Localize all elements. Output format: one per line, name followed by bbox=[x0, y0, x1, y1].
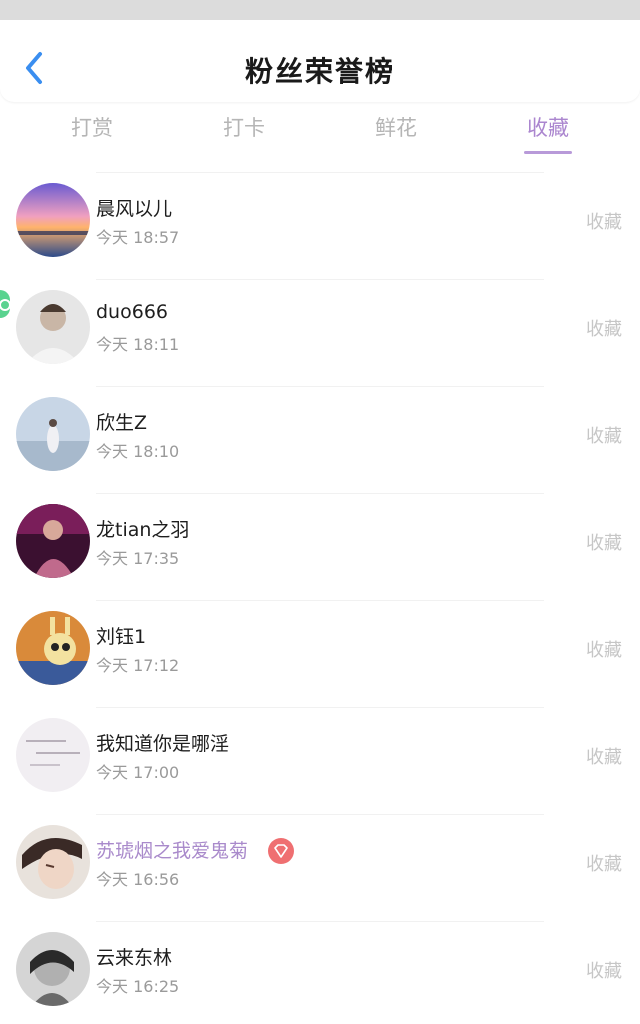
avatar[interactable] bbox=[16, 397, 90, 471]
favorite-label: 收藏 bbox=[586, 533, 622, 554]
fan-name: 刘钰1 bbox=[96, 626, 147, 648]
avatar[interactable] bbox=[16, 718, 90, 792]
text-avatar-image bbox=[16, 718, 90, 792]
sunset-avatar-image bbox=[16, 183, 90, 257]
divider bbox=[96, 279, 544, 280]
list-item[interactable]: duo666 今天 18:11 收藏 bbox=[0, 279, 640, 386]
favorite-label: 收藏 bbox=[586, 640, 622, 661]
avatar[interactable] bbox=[16, 932, 90, 1006]
favorite-label: 收藏 bbox=[586, 319, 622, 340]
fan-name: 我知道你是哪淫 bbox=[96, 733, 230, 755]
divider bbox=[96, 921, 544, 922]
fan-time: 今天 18:57 bbox=[96, 228, 180, 247]
cartoon-avatar-image bbox=[16, 611, 90, 685]
list-item[interactable]: 晨风以儿 今天 18:57 收藏 bbox=[0, 172, 640, 279]
fan-time: 今天 17:12 bbox=[96, 656, 180, 675]
fan-name: 晨风以儿 bbox=[96, 198, 173, 220]
favorite-label: 收藏 bbox=[586, 212, 622, 233]
tab-checkin[interactable]: 打卡 bbox=[184, 112, 304, 142]
fan-time: 今天 16:25 bbox=[96, 977, 180, 996]
seaside-avatar-image bbox=[16, 397, 90, 471]
divider bbox=[96, 707, 544, 708]
favorite-label: 收藏 bbox=[586, 854, 622, 875]
diamond-icon bbox=[268, 838, 294, 864]
divider bbox=[96, 493, 544, 494]
divider bbox=[96, 600, 544, 601]
avatar[interactable] bbox=[16, 504, 90, 578]
favorite-label: 收藏 bbox=[586, 747, 622, 768]
tab-favorites[interactable]: 收藏 bbox=[488, 112, 608, 142]
favorite-label: 收藏 bbox=[586, 961, 622, 982]
avatar[interactable] bbox=[16, 825, 90, 899]
list-item[interactable]: 刘钰1 今天 17:12 收藏 bbox=[0, 600, 640, 707]
fan-name: 云来东林 bbox=[96, 947, 173, 969]
favorite-label: 收藏 bbox=[586, 426, 622, 447]
fan-name: 欣生Z bbox=[96, 412, 148, 434]
avatar[interactable] bbox=[16, 611, 90, 685]
portrait-avatar-image bbox=[16, 932, 90, 1006]
list-item[interactable]: 苏琥烟之我爱鬼菊 今天 16:56 收藏 bbox=[0, 814, 640, 921]
portrait-avatar-image bbox=[16, 290, 90, 364]
list-item[interactable]: 我知道你是哪淫 今天 17:00 收藏 bbox=[0, 707, 640, 814]
divider bbox=[96, 172, 544, 173]
illustration-avatar-image bbox=[16, 825, 90, 899]
divider bbox=[96, 386, 544, 387]
fan-name: duo666 bbox=[96, 301, 168, 323]
fan-name: 苏琥烟之我爱鬼菊 bbox=[96, 840, 249, 862]
list-item[interactable]: 云来东林 今天 16:25 收藏 bbox=[0, 921, 640, 1024]
fan-time: 今天 16:56 bbox=[96, 870, 180, 889]
divider bbox=[96, 814, 544, 815]
fan-time: 今天 18:11 bbox=[96, 335, 180, 354]
fan-time: 今天 17:35 bbox=[96, 549, 180, 568]
avatar[interactable] bbox=[16, 183, 90, 257]
fan-time: 今天 18:10 bbox=[96, 442, 180, 461]
list-item[interactable]: 龙tian之羽 今天 17:35 收藏 bbox=[0, 493, 640, 600]
header: 粉丝荣誉榜 bbox=[0, 20, 640, 102]
portrait-avatar-image bbox=[16, 504, 90, 578]
tab-tip[interactable]: 打赏 bbox=[32, 112, 152, 142]
list-item[interactable]: 欣生Z 今天 18:10 收藏 bbox=[0, 386, 640, 493]
tab-flowers[interactable]: 鲜花 bbox=[336, 112, 456, 142]
fan-name: 龙tian之羽 bbox=[96, 519, 190, 541]
fan-list: 晨风以儿 今天 18:57 收藏 duo666 今天 18:11 收藏 欣生Z … bbox=[0, 172, 640, 1024]
status-bar bbox=[0, 0, 640, 20]
fan-time: 今天 17:00 bbox=[96, 763, 180, 782]
active-tab-indicator bbox=[524, 151, 572, 154]
avatar[interactable] bbox=[16, 290, 90, 364]
page-title: 粉丝荣誉榜 bbox=[244, 55, 395, 88]
